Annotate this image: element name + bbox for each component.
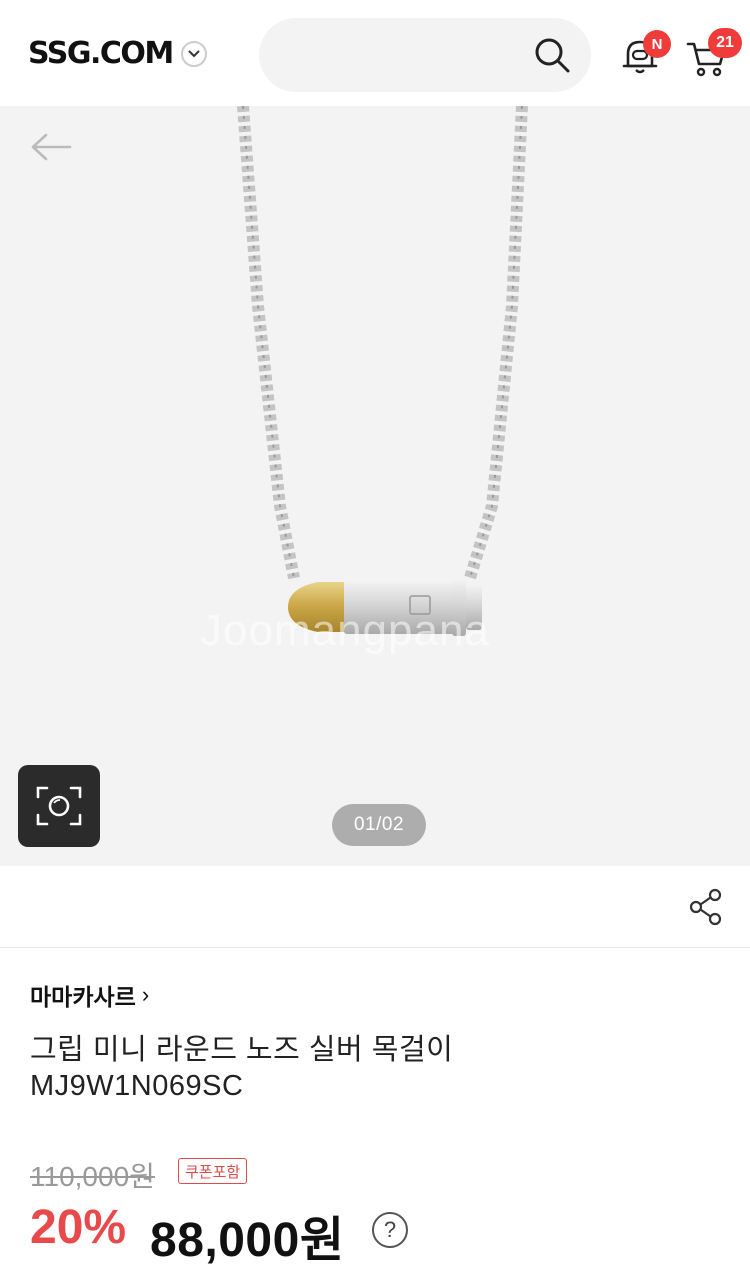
- chevron-down-icon[interactable]: [180, 40, 207, 67]
- brand-link[interactable]: 마마카사르 ›: [30, 978, 149, 1012]
- product-model-code: MJ9W1N069SC: [30, 1070, 244, 1102]
- share-bar: [0, 866, 750, 948]
- image-search-button[interactable]: [18, 765, 100, 847]
- search-icon[interactable]: [533, 36, 571, 74]
- original-price: 110,000원: [30, 1161, 155, 1192]
- necklace-product-image: [237, 106, 528, 636]
- product-title: 그립 미니 라운드 노즈 실버 목걸이: [30, 1034, 454, 1066]
- watermark-text: Joomangpana: [200, 606, 490, 655]
- top-header: SSG.COM N 21: [0, 0, 750, 106]
- coupon-included-badge: 쿠폰포함: [178, 1158, 248, 1184]
- chevron-right-icon: ›: [141, 982, 150, 1007]
- ssg-logo[interactable]: SSG.COM: [28, 36, 207, 71]
- sale-price: 88,000원: [150, 1214, 345, 1266]
- price-help-icon[interactable]: ?: [372, 1212, 408, 1248]
- search-input[interactable]: [259, 18, 591, 92]
- cart-count-badge: 21: [708, 28, 742, 58]
- brand-name: 마마카사르: [30, 984, 136, 1010]
- logo-text: SSG.COM: [28, 36, 174, 71]
- image-page-indicator: 01/02: [332, 804, 426, 846]
- discount-rate: 20%: [30, 1201, 127, 1254]
- notification-badge: N: [643, 30, 671, 58]
- product-image-gallery[interactable]: Joomangpana 01/02: [0, 106, 750, 866]
- camera-scan-icon: [36, 786, 82, 826]
- share-icon[interactable]: [689, 888, 723, 926]
